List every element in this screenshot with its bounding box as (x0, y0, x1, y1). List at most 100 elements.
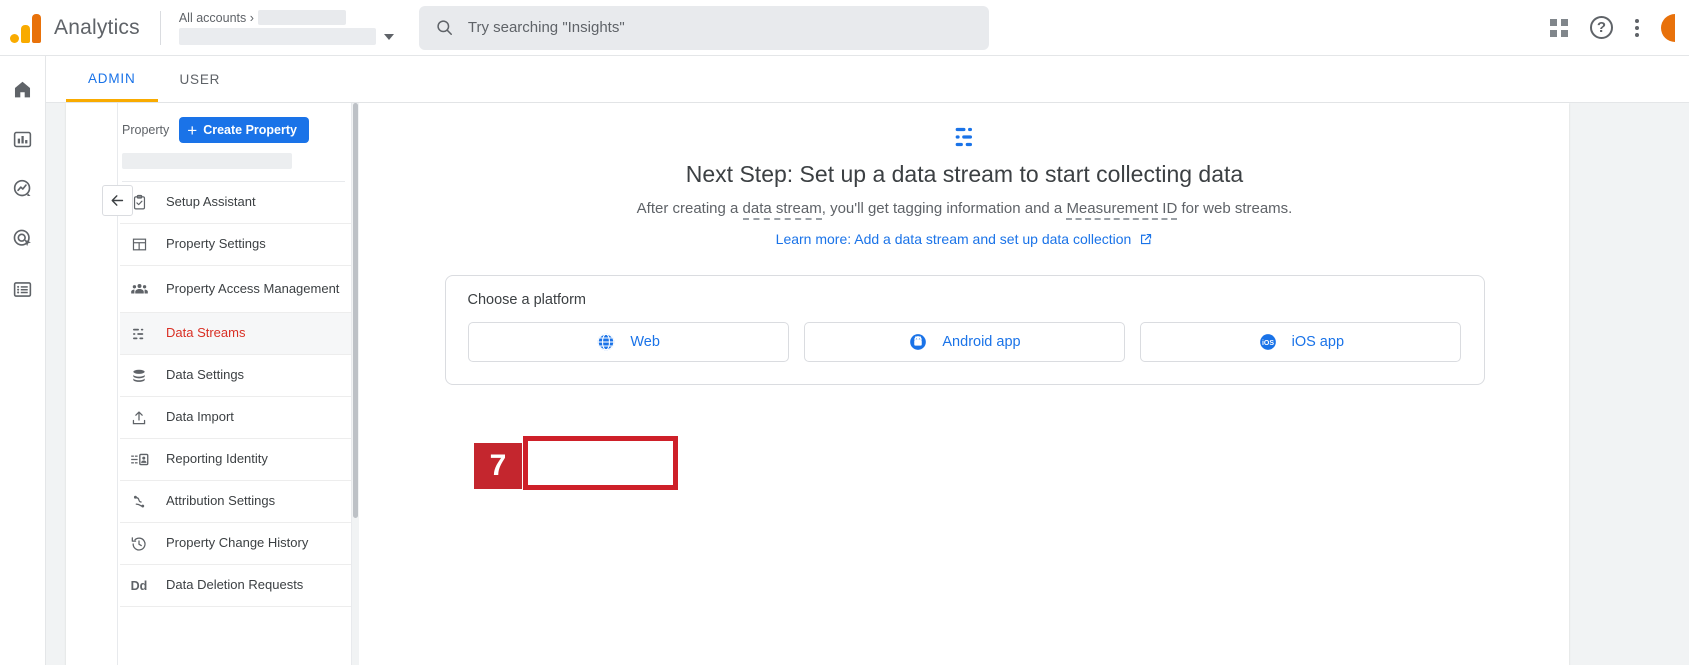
list-library-icon (13, 281, 32, 297)
create-property-button[interactable]: + Create Property (179, 117, 309, 143)
property-nav: Property + Create Property Setup Assista… (120, 103, 352, 665)
choose-platform-card: Choose a platform Web Android app iOS iO… (444, 275, 1485, 385)
plus-icon: + (187, 120, 198, 140)
subtitle-part-1: After creating a (636, 200, 743, 217)
sidebar-item-label: Data Settings (166, 367, 245, 383)
sidebar-item-label: Data Streams (166, 325, 246, 341)
sidebar-item-property-change-history[interactable]: Property Change History (120, 523, 351, 565)
app-root: Analytics All accounts › Try searching "… (0, 0, 1689, 665)
rail-item-reports[interactable] (8, 124, 38, 154)
svg-text:iOS: iOS (1262, 340, 1274, 347)
search-placeholder: Try searching "Insights" (467, 19, 625, 36)
platform-web-label: Web (630, 334, 660, 350)
sidebar-item-data-import[interactable]: Data Import (120, 397, 351, 439)
page-title: Next Step: Set up a data stream to start… (685, 161, 1244, 187)
upload-icon (128, 409, 150, 427)
account-name-redacted (257, 10, 346, 25)
sidebar-item-property-settings[interactable]: Property Settings (120, 224, 351, 266)
dd-text-icon: Dd (130, 578, 148, 593)
android-icon (910, 334, 927, 350)
admin-content-card: Property + Create Property Setup Assista… (66, 103, 1569, 665)
data-streams-empty-state: Next Step: Set up a data stream to start… (360, 103, 1569, 665)
sidebar-item-label: Reporting Identity (166, 451, 268, 467)
create-property-label: Create Property (203, 123, 297, 137)
sidebar-item-label: Property Access Management (166, 280, 340, 296)
apps-grid-icon[interactable] (1550, 18, 1568, 37)
chevron-down-icon[interactable] (383, 33, 394, 40)
admin-user-tabs: ADMIN USER (46, 57, 1689, 103)
property-selector-row[interactable] (178, 28, 394, 45)
sidebar-item-reporting-identity[interactable]: Reporting Identity (120, 439, 351, 481)
bar-chart-icon (13, 131, 32, 147)
annotation-step-badge: 7 (474, 443, 522, 489)
kebab-menu-icon[interactable] (1635, 18, 1639, 37)
home-icon (14, 81, 31, 97)
brand-divider (159, 10, 161, 45)
platform-android-button[interactable]: Android app (803, 322, 1126, 362)
platform-android-label: Android app (942, 334, 1021, 350)
account-selector[interactable]: All accounts › (178, 10, 394, 45)
sidebar-item-label: Property Settings (166, 236, 266, 252)
attribution-path-icon (128, 493, 150, 511)
analytics-logo-icon (10, 13, 44, 43)
page-body: Property + Create Property Setup Assista… (46, 103, 1689, 665)
database-stack-icon (128, 367, 150, 385)
subtitle-part-3: , you'll get tagging information and a (821, 200, 1067, 217)
search-input[interactable]: Try searching "Insights" (418, 5, 989, 50)
subtitle-part-5: for web streams. (1177, 200, 1293, 217)
top-bar: Analytics All accounts › Try searching "… (0, 0, 1689, 56)
sidebar-item-label: Property Change History (166, 535, 309, 551)
rail-item-home[interactable] (8, 74, 38, 104)
learn-more-row: Learn more: Add a data stream and set up… (360, 217, 1569, 249)
rail-item-advertising[interactable] (8, 224, 38, 254)
help-icon[interactable]: ? (1590, 16, 1613, 39)
globe-icon (598, 333, 615, 351)
property-label: Property (122, 123, 170, 137)
sidebar-item-data-deletion-requests[interactable]: Dd Data Deletion Requests (120, 565, 351, 607)
avatar[interactable] (1661, 13, 1675, 42)
reporting-identity-icon (128, 450, 150, 469)
data-streams-blue-icon (950, 123, 980, 151)
back-arrow-icon (111, 195, 124, 206)
sidebar-item-data-settings[interactable]: Data Settings (120, 355, 351, 397)
current-property-redacted (122, 153, 292, 169)
all-accounts-label: All accounts › (178, 10, 254, 25)
platform-web-button[interactable]: Web (467, 322, 789, 362)
ios-icon: iOS (1259, 334, 1276, 350)
nav-scrollbar-thumb[interactable] (353, 103, 358, 518)
brand-name: Analytics (54, 15, 140, 39)
top-bar-actions: ? (1550, 13, 1689, 42)
people-group-icon (128, 280, 150, 299)
platform-ios-label: iOS app (1291, 334, 1345, 350)
sidebar-item-label: Data Deletion Requests (166, 577, 304, 593)
rail-item-explore[interactable] (8, 174, 38, 204)
platform-ios-button[interactable]: iOS iOS app (1140, 322, 1462, 362)
sidebar-item-setup-assistant[interactable]: Setup Assistant (120, 182, 351, 224)
choose-platform-title: Choose a platform (467, 292, 586, 308)
left-rail (0, 56, 46, 665)
search-icon (437, 20, 452, 35)
sidebar-item-attribution-settings[interactable]: Attribution Settings (120, 481, 351, 523)
page-subtitle: After creating a data stream, you'll get… (360, 200, 1569, 220)
platform-options: Web Android app iOS iOS app (467, 322, 1462, 362)
learn-more-label: Learn more: Add a data stream and set up… (775, 231, 1132, 247)
tab-user[interactable]: USER (158, 57, 243, 102)
learn-more-link[interactable]: Learn more: Add a data stream and set up… (776, 231, 1154, 247)
sidebar-item-label: Setup Assistant (166, 194, 256, 210)
history-clock-icon (128, 535, 150, 553)
sidebar-item-data-streams[interactable]: Data Streams (120, 313, 351, 355)
property-nav-header: Property + Create Property (120, 103, 351, 143)
data-streams-icon (128, 325, 150, 343)
sidebar-item-label: Attribution Settings (166, 493, 276, 509)
external-link-icon (1141, 233, 1152, 245)
explore-insights-icon (13, 179, 31, 197)
sidebar-item-property-access-management[interactable]: Property Access Management (120, 266, 351, 313)
rail-item-configure[interactable] (8, 274, 38, 304)
layout-panel-icon (128, 236, 150, 253)
account-breadcrumb[interactable]: All accounts › (179, 10, 394, 25)
collapse-nav-button[interactable] (102, 185, 133, 216)
property-name-redacted (178, 28, 376, 45)
sidebar-item-label: Data Import (166, 409, 234, 425)
tab-admin[interactable]: ADMIN (66, 57, 158, 102)
advertising-target-icon (13, 229, 31, 247)
